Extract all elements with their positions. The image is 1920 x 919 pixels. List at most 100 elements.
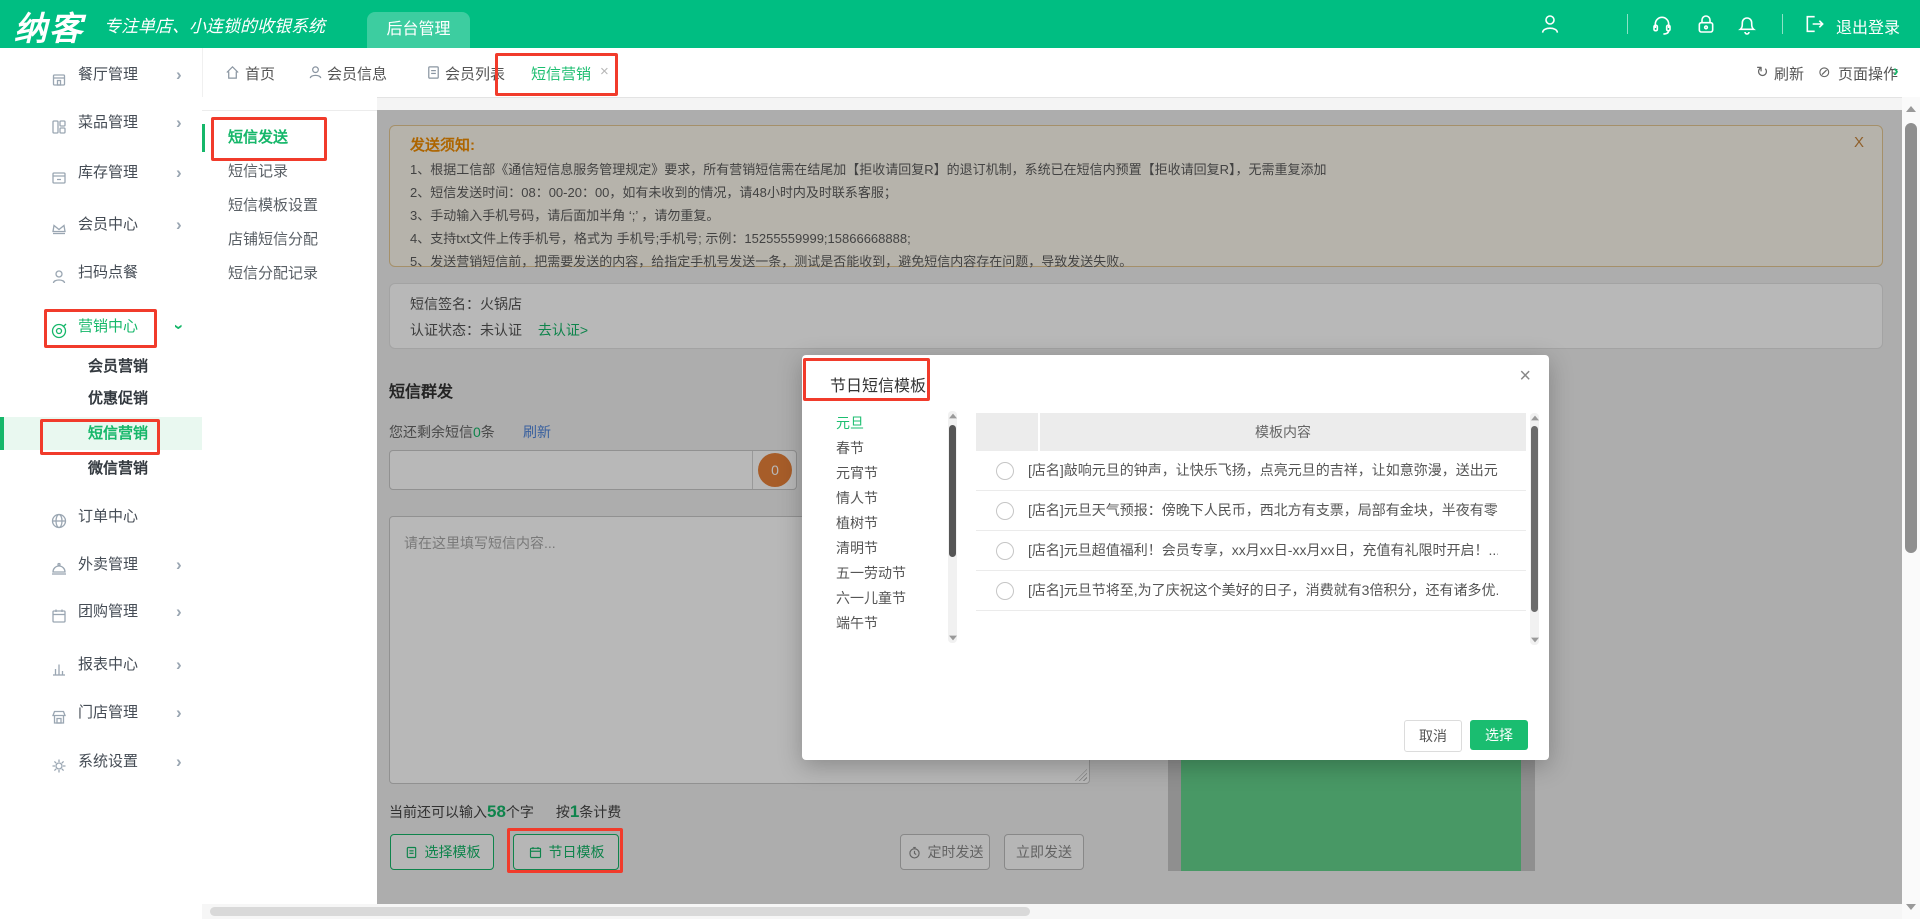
top-header: 纳客 专注单店、小连锁的收银系统 后台管理 退出登录 [0,0,1920,48]
sidebar-subitem-sms-marketing[interactable]: 短信营销 [0,417,206,450]
holiday-item-labor-day[interactable]: 五一劳动节 [836,561,936,586]
holiday-item-valentines[interactable]: 情人节 [836,486,936,511]
template-text: [店名]敲响元旦的钟声，让快乐飞扬，点亮元旦的吉祥，让如意弥漫，送出元... [1028,451,1498,490]
template-row[interactable]: [店名]元旦超值福利！会员专享，xx月xx日-xx月xx日，充值有礼限时开启！.… [976,531,1526,571]
restaurant-icon [50,66,68,84]
chevron-down-icon: › [161,324,197,330]
headset-icon[interactable] [1650,12,1674,36]
sidebar-item-dishes[interactable]: 菜品管理 › [0,105,202,141]
sidebar-subitem-label: 优惠促销 [88,382,148,415]
sidebar-item-groupbuy[interactable]: 团购管理 › [0,594,202,630]
holiday-item-arbor-day[interactable]: 植树节 [836,511,936,536]
sidebar-item-orders[interactable]: 订单中心 [0,499,202,535]
template-table-scroll-thumb[interactable] [1531,426,1538,612]
sidebar-subitem-member-marketing[interactable]: 会员营销 [0,350,202,383]
scroll-down-arrow-icon[interactable] [1906,904,1916,910]
chevron-right-icon: › [176,207,182,243]
lock-icon[interactable] [1694,12,1718,36]
vertical-scroll-thumb[interactable] [1905,123,1917,553]
sidebar-subitem-label: 短信营销 [88,417,148,450]
sidebar-item-scan-order[interactable]: 扫码点餐 [0,255,202,291]
submenu-item-store-sms-allocation[interactable]: 店铺短信分配 [202,226,377,254]
sidebar-item-takeout[interactable]: 外卖管理 › [0,547,202,583]
sidebar-item-label: 扫码点餐 [78,255,138,291]
holiday-item-new-year[interactable]: 元旦 [836,411,936,436]
sidebar-item-members[interactable]: 会员中心 › [0,207,202,243]
sidebar-item-label: 订单中心 [78,499,138,535]
page-ops-button[interactable]: 页面操作 [1838,63,1898,84]
sidebar-subitem-wechat-marketing[interactable]: 微信营销 [0,452,202,485]
template-row[interactable]: [店名]元旦天气预报：傍晚下人民币，西北方有支票，局部有金块，半夜有零... [976,491,1526,531]
tab-bar: 首页 会员信息 会员列表 短信营销 × ↻ 刷新 ⊘ 页面操作 › [202,48,1920,98]
tab-member-info[interactable]: 会员信息 [327,63,387,84]
sidebar-item-label: 餐厅管理 [78,57,138,93]
horizontal-scrollbar[interactable] [202,904,1902,919]
vertical-scrollbar[interactable] [1902,97,1920,919]
submenu-item-sms-allocation-records[interactable]: 短信分配记录 [202,260,377,288]
radio-button[interactable] [996,582,1014,600]
sidebar-item-label: 外卖管理 [78,547,138,583]
horizontal-scroll-thumb[interactable] [210,907,1030,916]
calendar-icon [50,603,68,621]
globe-icon [50,508,68,526]
radio-button[interactable] [996,462,1014,480]
submenu-item-sms-template-settings[interactable]: 短信模板设置 [202,192,377,220]
user-icon[interactable] [1538,12,1562,36]
target-icon [50,318,68,336]
radio-button[interactable] [996,542,1014,560]
crown-icon [50,216,68,234]
tab-member-list[interactable]: 会员列表 [445,63,505,84]
submenu-item-sms-send[interactable]: 短信发送 [202,124,380,152]
cancel-button[interactable]: 取消 [1404,720,1462,752]
scroll-up-arrow-icon[interactable] [1531,416,1539,421]
home-icon [224,64,241,86]
tab-home[interactable]: 首页 [245,63,275,84]
sidebar-item-inventory[interactable]: 库存管理 › [0,155,202,191]
sidebar-item-stores[interactable]: 门店管理 › [0,695,202,731]
sidebar-item-reports[interactable]: 报表中心 › [0,647,202,683]
tab-close-icon[interactable]: × [600,63,609,80]
holiday-list-scrollbar[interactable] [948,411,957,643]
submenu-item-label: 短信记录 [228,158,288,186]
modal-close-icon[interactable]: × [1519,365,1531,388]
holiday-item-dragon-boat[interactable]: 端午节 [836,611,936,636]
gear-icon [50,753,68,771]
sidebar-item-label: 报表中心 [78,647,138,683]
scroll-up-arrow-icon[interactable] [949,414,957,419]
template-table-scrollbar[interactable] [1530,413,1539,645]
cloche-icon [50,556,68,574]
holiday-list-scroll-thumb[interactable] [949,425,956,557]
submenu-divider [202,110,377,111]
header-divider [1782,14,1783,34]
sidebar-item-settings[interactable]: 系统设置 › [0,744,202,780]
tab-sms-marketing[interactable]: 短信营销 [531,63,591,84]
sidebar-item-restaurant[interactable]: 餐厅管理 › [0,57,202,93]
scroll-up-arrow-icon[interactable] [1906,106,1916,112]
submenu-item-label: 短信发送 [228,124,288,152]
sidebar-subitem-promotions[interactable]: 优惠促销 [0,382,202,415]
template-row[interactable]: [店名]元旦节将至,为了庆祝这个美好的日子，消费就有3倍积分，还有诸多优... [976,571,1526,611]
member-info-icon [307,64,324,86]
template-row-partial [976,611,1526,621]
page-ops-chevron-icon[interactable]: › [1893,61,1899,81]
holiday-item-lantern-festival[interactable]: 元宵节 [836,461,936,486]
scroll-down-arrow-icon[interactable] [1531,638,1539,643]
refresh-button[interactable]: 刷新 [1774,63,1804,84]
scroll-down-arrow-icon[interactable] [949,636,957,641]
sidebar-item-marketing[interactable]: 营销中心 › [0,309,202,345]
page-ops-icon: ⊘ [1818,63,1831,81]
logout-icon[interactable] [1802,12,1826,36]
template-row[interactable]: [店名]敲响元旦的钟声，让快乐飞扬，点亮元旦的吉祥，让如意弥漫，送出元... [976,451,1526,491]
radio-button[interactable] [996,502,1014,520]
bell-icon[interactable] [1735,12,1759,36]
confirm-select-button[interactable]: 选择 [1470,720,1528,750]
chevron-right-icon: › [176,695,182,731]
person-icon [50,264,68,282]
holiday-item-childrens-day[interactable]: 六一儿童节 [836,586,936,611]
submenu-item-sms-records[interactable]: 短信记录 [202,158,377,186]
logout-button[interactable]: 退出登录 [1836,14,1900,38]
sms-submenu: 短信发送 短信记录 短信模板设置 店铺短信分配 短信分配记录 [202,97,377,919]
holiday-item-qingming[interactable]: 清明节 [836,536,936,561]
backstage-tab[interactable]: 后台管理 [367,12,470,48]
holiday-item-spring-festival[interactable]: 春节 [836,436,936,461]
